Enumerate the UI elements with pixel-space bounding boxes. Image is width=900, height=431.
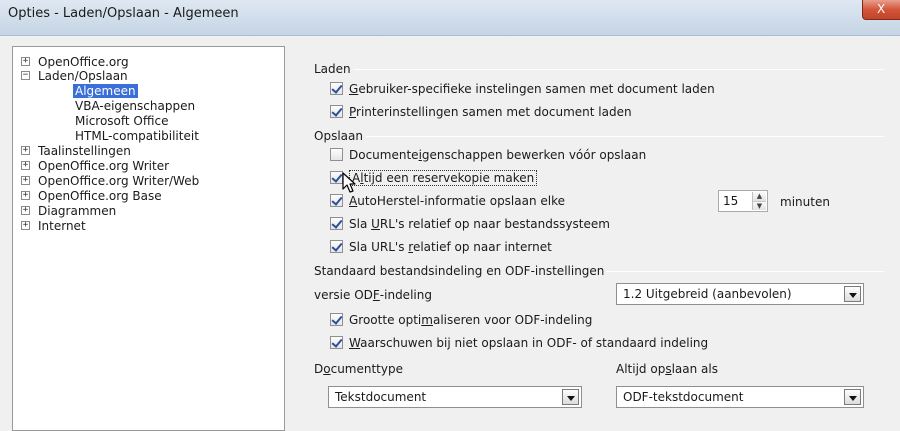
section-divider (354, 69, 884, 70)
checkbox-icon[interactable] (330, 240, 343, 253)
checkbox-label: Documenteigenschappen bewerken vóór opsl… (349, 148, 647, 162)
opslaan-als-select[interactable]: ODF-tekstdocument (616, 386, 864, 408)
close-button[interactable]: X (862, 0, 900, 20)
chevron-down-icon[interactable] (844, 389, 861, 405)
tree-item-label: Algemeen (73, 84, 138, 98)
interval-unit-label: minuten (780, 195, 830, 209)
checkbox-icon[interactable] (330, 105, 343, 118)
section-title-standaard: Standaard bestandsindeling en ODF-instel… (314, 264, 605, 278)
checkbox-icon[interactable] (330, 194, 343, 207)
mouse-pointer-icon (342, 172, 356, 193)
checkbox-waarschuwen[interactable]: Waarschuwen bij niet opslaan in ODF- of … (330, 336, 708, 352)
checkbox-label: Sla URL's relatief op naar internet (349, 240, 552, 254)
tree-item-label: VBA-eigenschappen (75, 99, 196, 113)
expand-icon[interactable]: + (21, 206, 30, 215)
checkbox-icon[interactable] (330, 336, 343, 349)
odf-version-label: versie ODF-indeling (314, 288, 432, 302)
select-value: 1.2 Uitgebreid (aanbevolen) (623, 287, 792, 301)
chevron-down-icon[interactable] (562, 389, 579, 405)
expand-icon[interactable]: + (21, 221, 30, 230)
section-divider (606, 271, 884, 272)
checkbox-url-bestandssysteem[interactable]: Sla URL's relatief op naar bestandssyste… (330, 217, 610, 233)
chevron-down-icon[interactable] (844, 286, 861, 302)
tree-item-label: HTML-compatibiliteit (75, 129, 199, 143)
section-title-opslaan: Opslaan (314, 129, 363, 143)
spin-down-icon[interactable]: ▼ (753, 201, 766, 210)
select-value: ODF-tekstdocument (623, 390, 744, 404)
checkbox-url-internet[interactable]: Sla URL's relatief op naar internet (330, 240, 552, 256)
tree-item-label: Taalinstellingen (38, 144, 131, 158)
spinner-buttons: ▲ ▼ (752, 192, 766, 210)
checkbox-label: Grootte optimaliseren voor ODF-indeling (349, 313, 593, 327)
checkbox-gebruiker-instellingen[interactable]: Gebruiker-specifieke instelingen samen m… (330, 82, 715, 98)
spin-up-icon[interactable]: ▲ (753, 192, 766, 201)
tree-item-label: OpenOffice.org Writer/Web (38, 174, 200, 188)
options-dialog: Opties - Laden/Opslaan - Algemeen X + Op… (0, 0, 900, 431)
documenttype-label: Documenttype (314, 362, 403, 376)
checkbox-label: Printerinstellingen samen met document l… (349, 105, 632, 119)
checkbox-icon[interactable] (330, 313, 343, 326)
odf-version-select[interactable]: 1.2 Uitgebreid (aanbevolen) (616, 283, 864, 305)
expand-icon[interactable]: + (21, 146, 30, 155)
tree-item-label: OpenOffice.org (38, 55, 129, 69)
select-value: Tekstdocument (335, 390, 427, 404)
tree-item-label: Laden/Opslaan (38, 69, 128, 83)
expand-icon[interactable]: + (21, 161, 30, 170)
checkbox-documenteigenschappen[interactable]: Documenteigenschappen bewerken vóór opsl… (330, 148, 646, 164)
checkbox-icon[interactable] (330, 217, 343, 230)
checkbox-label: Sla URL's relatief op naar bestandssyste… (349, 217, 610, 231)
tree-item-label: OpenOffice.org Writer (38, 159, 170, 173)
checkbox-reservekopie[interactable]: Altijd een reservekopie maken (330, 170, 538, 187)
tree-item-label: Diagrammen (38, 204, 117, 218)
tree-item-label: Internet (38, 219, 86, 233)
checkbox-icon[interactable] (330, 148, 343, 161)
expand-icon[interactable]: + (21, 191, 30, 200)
options-tree[interactable]: + OpenOffice.org − Laden/Opslaan Algemee… (12, 46, 285, 431)
window-title: Opties - Laden/Opslaan - Algemeen (8, 6, 239, 21)
documenttype-select[interactable]: Tekstdocument (328, 386, 582, 408)
spinner-value: 15 (723, 194, 739, 208)
checkbox-autoherstel[interactable]: AutoHerstel-informatie opslaan elke (330, 194, 565, 210)
dialog-body: + OpenOffice.org − Laden/Opslaan Algemee… (0, 36, 900, 431)
opslaan-als-label: Altijd opslaan als (616, 362, 718, 376)
checkbox-label: AutoHerstel-informatie opslaan elke (349, 194, 566, 208)
expand-icon[interactable]: + (21, 57, 30, 66)
collapse-icon[interactable]: − (21, 71, 30, 80)
tree-item-label: OpenOffice.org Base (38, 189, 162, 203)
checkbox-label: Waarschuwen bij niet opslaan in ODF- of … (349, 336, 709, 350)
settings-panel: Laden Gebruiker-specifieke instelingen s… (296, 46, 900, 431)
section-title-laden: Laden (314, 62, 351, 76)
checkbox-printer-instellingen[interactable]: Printerinstellingen samen met document l… (330, 105, 632, 121)
title-bar: Opties - Laden/Opslaan - Algemeen X (0, 0, 900, 36)
checkbox-icon[interactable] (330, 82, 343, 95)
close-icon: X (877, 2, 886, 16)
checkbox-grootte-optimaliseren[interactable]: Grootte optimaliseren voor ODF-indeling (330, 313, 592, 329)
checkbox-label: Gebruiker-specifieke instelingen samen m… (349, 82, 715, 96)
tree-item-label: Microsoft Office (75, 114, 169, 128)
autoherstel-interval-spinner[interactable]: 15 ▲ ▼ (718, 190, 768, 212)
checkbox-label: Altijd een reservekopie maken (349, 170, 538, 186)
expand-icon[interactable]: + (21, 176, 30, 185)
section-divider (366, 136, 884, 137)
